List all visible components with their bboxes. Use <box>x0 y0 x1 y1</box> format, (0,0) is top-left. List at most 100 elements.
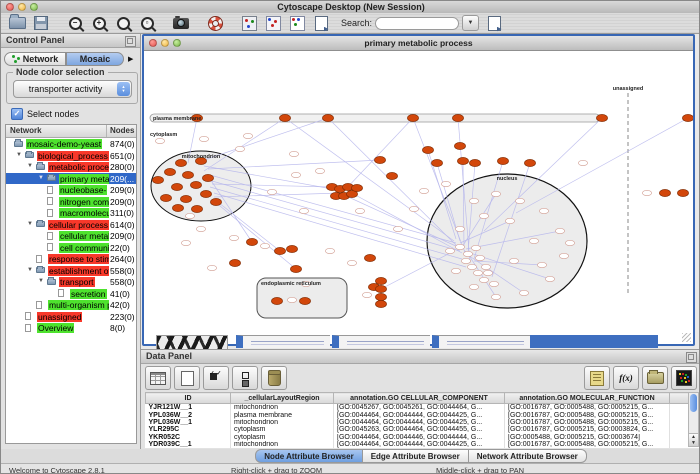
gene-node[interactable] <box>175 159 186 166</box>
column-header[interactable]: _cellularLayoutRegion <box>231 393 334 404</box>
gene-node[interactable] <box>362 292 371 297</box>
tree-item[interactable]: nitrogen compo209(0) <box>6 196 136 208</box>
tree-item[interactable]: response to stimul264(0) <box>6 253 136 265</box>
copy-network-button[interactable] <box>261 14 285 32</box>
gene-node[interactable] <box>479 213 488 218</box>
gene-node[interactable] <box>451 268 460 273</box>
gene-node[interactable] <box>455 244 464 249</box>
gene-node[interactable] <box>375 285 386 292</box>
expand-arrow-icon[interactable]: ▼ <box>27 163 33 169</box>
column-header[interactable]: ID <box>146 393 231 404</box>
gene-node[interactable] <box>677 189 688 196</box>
expand-arrow-icon[interactable]: ▼ <box>16 152 22 158</box>
gene-node[interactable] <box>505 218 514 223</box>
gene-node[interactable] <box>180 195 191 202</box>
gene-node[interactable] <box>409 206 418 211</box>
gene-node[interactable] <box>291 172 300 177</box>
gene-node[interactable] <box>315 168 324 173</box>
edge[interactable] <box>285 118 454 241</box>
gene-node[interactable] <box>286 245 297 252</box>
column-header[interactable]: annotation.GO CELLULAR_COMPONENT <box>334 393 505 404</box>
gene-node[interactable] <box>407 114 418 121</box>
table-row[interactable]: YJR121W__1mitochondrion[GO:0045267, GO:0… <box>146 404 700 412</box>
matrix-button[interactable] <box>671 366 697 390</box>
search-dropdown-button[interactable]: ▼ <box>462 15 479 31</box>
edge[interactable] <box>516 118 688 213</box>
gene-node[interactable] <box>202 174 213 181</box>
gene-node[interactable] <box>445 248 454 253</box>
delete-attribute-button[interactable] <box>261 366 287 390</box>
gene-node[interactable] <box>469 284 478 289</box>
gene-node[interactable] <box>375 300 386 307</box>
copy-attributes-button[interactable] <box>285 14 309 32</box>
gene-node[interactable] <box>509 258 518 263</box>
gene-node[interactable] <box>471 245 480 250</box>
network-view-window[interactable]: primary metabolic process plasma membran… <box>142 34 695 346</box>
report-button[interactable] <box>309 14 333 32</box>
gene-node[interactable] <box>355 208 364 213</box>
float-panel-icon[interactable] <box>686 352 697 363</box>
gene-node[interactable] <box>164 168 175 175</box>
tree-item[interactable]: Overview8(0) <box>6 322 136 334</box>
gene-node[interactable] <box>210 198 221 205</box>
tree-item[interactable]: unassigned223(0) <box>6 311 136 323</box>
tree-item[interactable]: macromolecule311(0) <box>6 207 136 219</box>
gene-node[interactable] <box>559 253 568 258</box>
tree-item[interactable]: nucleobase-209(0) <box>6 184 136 196</box>
help-button[interactable] <box>203 14 227 32</box>
gene-node[interactable] <box>172 204 183 211</box>
gene-node[interactable] <box>196 226 205 231</box>
gene-node[interactable] <box>596 114 607 121</box>
scrollbar-arrows[interactable]: ▲▼ <box>689 433 698 446</box>
select-attributes-button[interactable] <box>203 366 229 390</box>
float-panel-icon[interactable] <box>125 36 136 47</box>
gene-node[interactable] <box>229 259 240 266</box>
open-session-button[interactable] <box>5 14 29 32</box>
gene-node[interactable] <box>181 240 190 245</box>
tree-item[interactable]: ▼transport558(0) <box>6 276 136 288</box>
tree-item[interactable]: cellular metabo209(0) <box>6 230 136 242</box>
table-row[interactable]: YLR295Ccytoplasm[GO:0045263, GO:0044464,… <box>146 426 700 433</box>
gene-node[interactable] <box>565 240 574 245</box>
expand-arrow-icon[interactable]: ▼ <box>27 221 33 227</box>
zoom-fit-button[interactable] <box>111 14 135 32</box>
gene-node[interactable] <box>386 172 397 179</box>
gene-node[interactable] <box>537 262 546 267</box>
table-row[interactable]: YPL036W__1mitochondrion[GO:0044464, GO:0… <box>146 419 700 426</box>
zoom-selected-button[interactable]: ▫ <box>135 14 159 32</box>
gene-node[interactable] <box>431 159 442 166</box>
gene-node[interactable] <box>475 255 484 260</box>
gene-node[interactable] <box>229 235 238 240</box>
gene-node[interactable] <box>351 184 362 191</box>
gene-node[interactable] <box>375 293 386 300</box>
gene-node[interactable] <box>515 198 524 203</box>
tab-edge-attribute-browser[interactable]: Edge Attribute Browser <box>363 449 469 463</box>
gene-node[interactable] <box>289 151 298 156</box>
gene-node[interactable] <box>393 226 402 231</box>
gene-node[interactable] <box>479 277 488 282</box>
gene-node[interactable] <box>200 190 211 197</box>
gene-node[interactable] <box>545 276 554 281</box>
gene-node[interactable] <box>347 260 356 265</box>
edge[interactable] <box>344 118 413 191</box>
tree-item[interactable]: mosaic-demo-yeast874(0) <box>6 138 136 150</box>
gene-node[interactable] <box>364 254 375 261</box>
gene-node[interactable] <box>207 265 216 270</box>
gene-node[interactable] <box>299 297 310 304</box>
tab-network[interactable]: Network <box>4 52 66 66</box>
tab-overflow-icon[interactable]: ▶ <box>128 55 133 63</box>
gene-node[interactable] <box>461 258 470 263</box>
table-row[interactable]: YDR039C__1mitochondrion[GO:0044464, GO:0… <box>146 441 700 448</box>
annotation-button[interactable] <box>584 366 610 390</box>
gene-node[interactable] <box>469 198 478 203</box>
gene-node[interactable] <box>160 194 171 201</box>
zoom-out-button[interactable]: − <box>63 14 87 32</box>
resize-grip[interactable] <box>682 333 691 342</box>
gene-node[interactable] <box>152 176 163 183</box>
tree-item[interactable]: ▼metabolic process280(0) <box>6 161 136 173</box>
gene-node[interactable] <box>374 156 385 163</box>
show-table-button[interactable] <box>145 366 171 390</box>
import-attributes-button[interactable] <box>642 366 668 390</box>
edge[interactable] <box>204 118 285 171</box>
background-window-fragment[interactable] <box>236 335 330 348</box>
